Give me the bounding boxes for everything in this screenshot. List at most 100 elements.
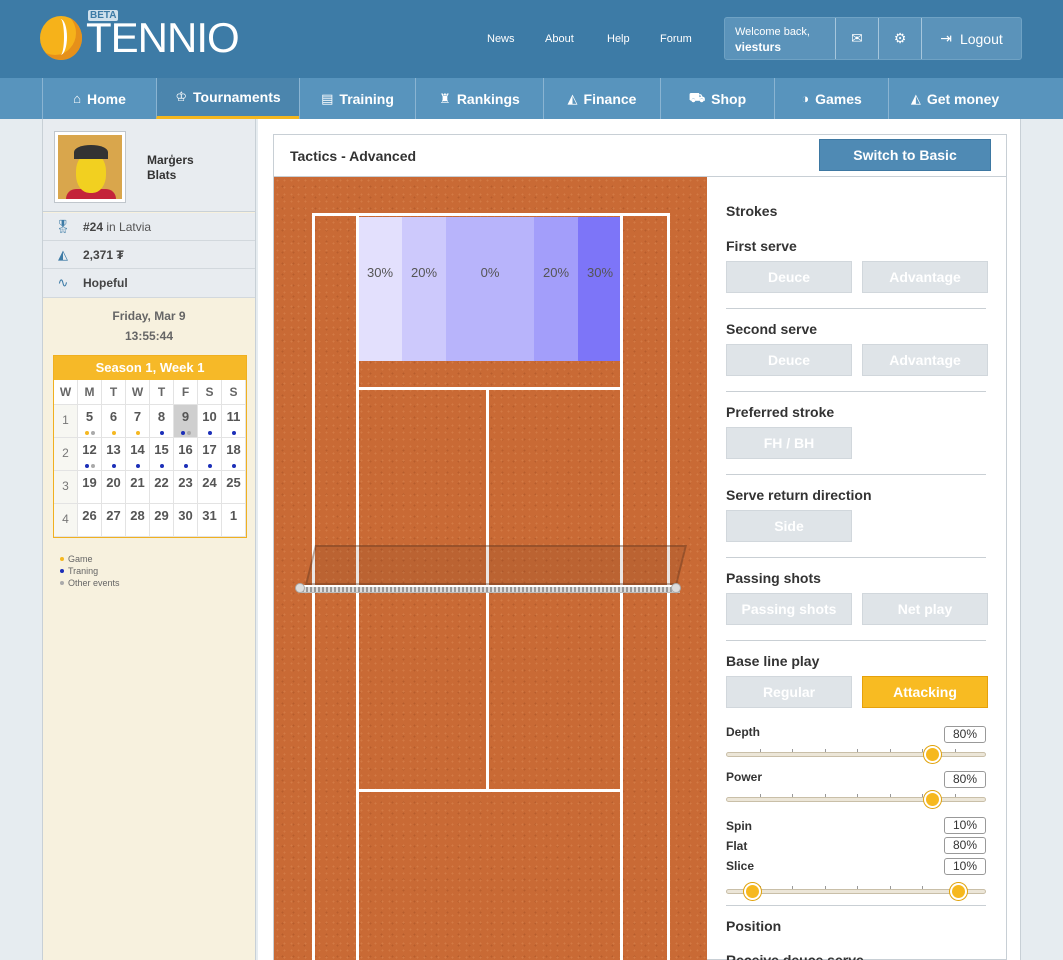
settings-button[interactable]: ⚙ bbox=[878, 18, 921, 59]
welcome-text: Welcome back, viesturs bbox=[725, 18, 835, 59]
calendar-day[interactable]: 31 bbox=[198, 504, 222, 537]
preferred-stroke-heading: Preferred stroke bbox=[726, 404, 835, 420]
nav-games[interactable]: ◑ Games bbox=[774, 78, 888, 119]
calendar-day[interactable]: 20 bbox=[102, 471, 126, 504]
tennis-court[interactable]: 30% 20% 0% 20% 30% bbox=[274, 177, 707, 960]
strokes-heading: Strokes bbox=[726, 203, 778, 219]
calendar-day[interactable]: 28 bbox=[126, 504, 150, 537]
receive-deuce-serve-heading: Receive deuce serve bbox=[726, 952, 864, 960]
ranking-row[interactable]: 🎖 #24 in Latvia bbox=[43, 213, 255, 241]
calendar-day[interactable]: 17 bbox=[198, 438, 222, 471]
calendar-day[interactable]: 6 bbox=[102, 405, 126, 438]
nav-shop[interactable]: ⛟ Shop bbox=[660, 78, 774, 119]
calendar-day[interactable]: 14 bbox=[126, 438, 150, 471]
logout-button[interactable]: ⇥ Logout bbox=[921, 18, 1021, 59]
calendar-day[interactable]: 24 bbox=[198, 471, 222, 504]
calendar-day[interactable]: 25 bbox=[222, 471, 246, 504]
first-serve-deuce-button[interactable]: Deuce bbox=[726, 261, 852, 293]
calendar-day[interactable]: 5 bbox=[78, 405, 102, 438]
spin-flat-slice-slider[interactable] bbox=[726, 883, 986, 900]
calendar-day[interactable]: 1 bbox=[222, 504, 246, 537]
slider-handle[interactable] bbox=[924, 746, 942, 763]
calendar-day[interactable]: 22 bbox=[150, 471, 174, 504]
other-event-dot bbox=[186, 431, 191, 435]
news-link[interactable]: News bbox=[487, 33, 515, 45]
cart-icon: ⛟ bbox=[688, 89, 706, 105]
avatar[interactable] bbox=[54, 131, 126, 203]
slider-handle[interactable] bbox=[743, 883, 761, 900]
sidebar: Marģers Blats 🎖 #24 in Latvia ◭ 2,371 ₮ ∿ Ho… bbox=[42, 119, 256, 960]
second-serve-deuce-button[interactable]: Deuce bbox=[726, 344, 852, 376]
passing-shots-button[interactable]: Passing shots bbox=[726, 593, 852, 625]
target-zone[interactable]: 30% bbox=[358, 217, 402, 361]
about-link[interactable]: About bbox=[545, 33, 574, 45]
calendar-day[interactable]: 8 bbox=[150, 405, 174, 438]
player-name[interactable]: Marģers Blats bbox=[147, 153, 194, 183]
calendar-day[interactable]: 12 bbox=[78, 438, 102, 471]
serve-return-heading: Serve return direction bbox=[726, 487, 872, 503]
train-event-dot bbox=[207, 431, 212, 435]
power-slider[interactable] bbox=[726, 791, 986, 808]
calendar-day[interactable]: 26 bbox=[78, 504, 102, 537]
nav-get-money[interactable]: ◭ Get money bbox=[888, 78, 1021, 119]
nav-home[interactable]: ⌂ Home bbox=[42, 78, 156, 119]
switch-to-basic-button[interactable]: Switch to Basic bbox=[819, 139, 991, 171]
slider-handle[interactable] bbox=[950, 883, 968, 900]
nav-tournaments[interactable]: ♔ Tournaments bbox=[156, 78, 299, 119]
calendar-day[interactable]: 7 bbox=[126, 405, 150, 438]
game-legend-dot bbox=[60, 557, 64, 561]
calendar-day[interactable]: 16 bbox=[174, 438, 198, 471]
fh-bh-button[interactable]: FH / BH bbox=[726, 427, 852, 459]
calendar-day[interactable]: 19 bbox=[78, 471, 102, 504]
target-zone[interactable]: 0% bbox=[446, 217, 534, 361]
depth-value: 80% bbox=[944, 726, 986, 743]
first-serve-advantage-button[interactable]: Advantage bbox=[862, 261, 988, 293]
calendar-icon: ▤ bbox=[321, 90, 334, 106]
regular-button[interactable]: Regular bbox=[726, 676, 852, 708]
tactics-panel: Tactics - Advanced Switch to Basic 30% 20… bbox=[273, 134, 1007, 960]
calendar-day[interactable]: 27 bbox=[102, 504, 126, 537]
power-value: 80% bbox=[944, 771, 986, 788]
trophy-icon: ♔ bbox=[175, 89, 187, 104]
second-serve-advantage-button[interactable]: Advantage bbox=[862, 344, 988, 376]
target-zone[interactable]: 20% bbox=[402, 217, 446, 361]
status-row[interactable]: ∿ Hopeful bbox=[43, 269, 255, 298]
nav-finance[interactable]: ◭ Finance bbox=[543, 78, 660, 119]
money-row[interactable]: ◭ 2,371 ₮ bbox=[43, 241, 255, 269]
game-event-dot bbox=[135, 431, 140, 435]
calendar-day[interactable]: 29 bbox=[150, 504, 174, 537]
first-serve-heading: First serve bbox=[726, 238, 797, 254]
calendar-day[interactable]: 13 bbox=[102, 438, 126, 471]
tennio-logo[interactable]: BETA TENNIO bbox=[40, 10, 240, 67]
baseline-top bbox=[312, 213, 670, 216]
calendar-day[interactable]: 10 bbox=[198, 405, 222, 438]
panel-title: Tactics - Advanced bbox=[290, 148, 417, 164]
calendar-day[interactable]: 21 bbox=[126, 471, 150, 504]
slider-handle[interactable] bbox=[924, 791, 942, 808]
home-icon: ⌂ bbox=[73, 91, 81, 106]
help-link[interactable]: Help bbox=[607, 33, 630, 45]
messages-button[interactable]: ✉ bbox=[835, 18, 878, 59]
calendar-day[interactable]: 9 bbox=[174, 405, 198, 438]
current-date: Friday, Mar 9 bbox=[112, 309, 186, 323]
side-button[interactable]: Side bbox=[726, 510, 852, 542]
calendar-legend: Game Traning Other events bbox=[59, 553, 120, 589]
depth-slider[interactable] bbox=[726, 746, 986, 763]
calendar-day[interactable]: 18 bbox=[222, 438, 246, 471]
net-play-button[interactable]: Net play bbox=[862, 593, 988, 625]
calendar-day[interactable]: 23 bbox=[174, 471, 198, 504]
money-bag-icon: ◭ bbox=[910, 90, 921, 106]
calendar-day[interactable]: 30 bbox=[174, 504, 198, 537]
target-zone[interactable]: 20% bbox=[534, 217, 578, 361]
header: BETA TENNIO News About Help Forum Welcom… bbox=[0, 0, 1063, 78]
service-line-bottom bbox=[356, 789, 623, 792]
main-content: Tactics - Advanced Switch to Basic 30% 20… bbox=[258, 119, 1021, 960]
train-event-dot bbox=[159, 431, 164, 435]
nav-rankings[interactable]: ♜ Rankings bbox=[415, 78, 543, 119]
calendar-day[interactable]: 15 bbox=[150, 438, 174, 471]
attacking-button[interactable]: Attacking bbox=[862, 676, 988, 708]
nav-training[interactable]: ▤ Training bbox=[299, 78, 415, 119]
target-zone[interactable]: 30% bbox=[578, 217, 622, 361]
calendar-day[interactable]: 11 bbox=[222, 405, 246, 438]
forum-link[interactable]: Forum bbox=[660, 33, 692, 45]
